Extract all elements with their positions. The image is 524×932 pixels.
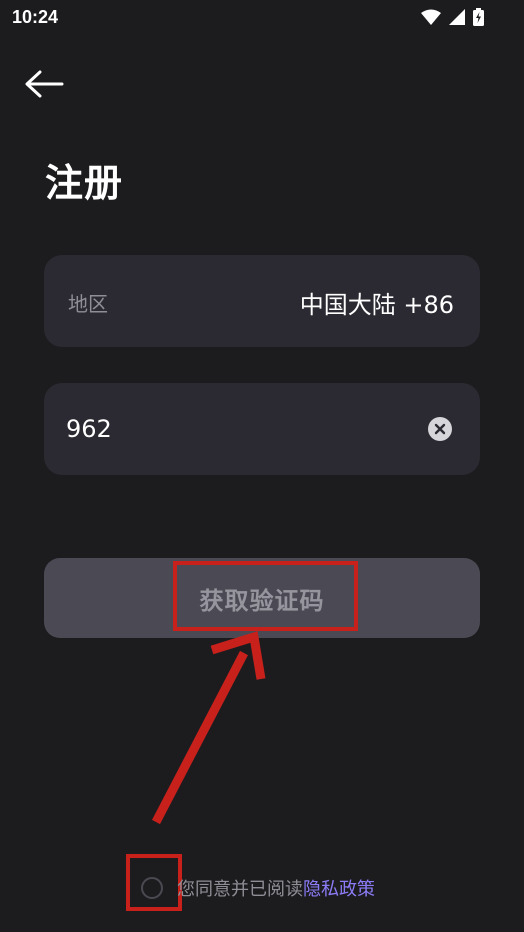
status-icons [421, 8, 484, 30]
agree-radio[interactable] [141, 877, 163, 899]
page-title: 注册 [45, 161, 124, 205]
close-circle-icon [434, 420, 446, 439]
phone-field [44, 383, 480, 475]
agreement-text: 您同意并已阅读 [177, 879, 303, 900]
region-selector[interactable]: 地区 中国大陆 +86 [44, 255, 480, 347]
status-bar: 10:24 [0, 0, 524, 36]
clear-button[interactable] [428, 417, 452, 441]
wifi-icon [421, 9, 441, 29]
register-screen: 10:24 注册 地区 中国大陆 +86 获取 [0, 0, 524, 932]
battery-charging-icon [473, 8, 484, 30]
phone-input[interactable] [66, 411, 406, 447]
status-time: 10:24 [12, 7, 59, 27]
privacy-policy-link[interactable]: 隐私政策 [303, 875, 375, 901]
arrow-left-icon [24, 70, 64, 102]
annotation-highlight-button [173, 561, 358, 631]
signal-icon [449, 9, 465, 29]
region-value: 中国大陆 +86 [299, 291, 454, 319]
agreement-row: 您同意并已阅读 隐私政策 [140, 875, 375, 901]
back-button[interactable] [22, 68, 66, 104]
region-label: 地区 [68, 292, 108, 316]
